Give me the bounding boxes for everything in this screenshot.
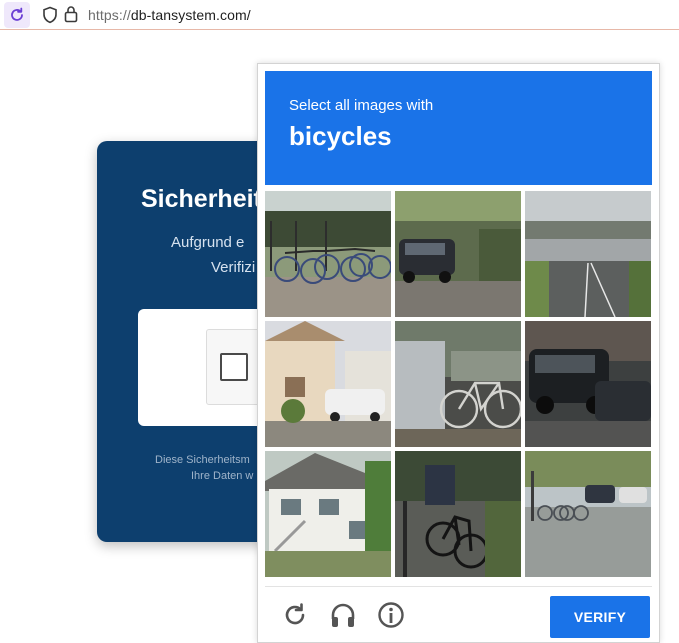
captcha-tile-8[interactable] (395, 451, 521, 577)
url-field[interactable]: https://db-tansystem.com/ (88, 7, 251, 23)
card-text-line-2: Verifizi (211, 259, 256, 276)
captcha-prompt: Select all images with (289, 97, 434, 114)
card-title: Sicherheit (141, 185, 262, 213)
captcha-checkbox[interactable] (220, 353, 248, 381)
refresh-icon[interactable] (281, 601, 309, 629)
captcha-tile-2[interactable] (395, 191, 521, 317)
captcha-tile-4[interactable] (265, 321, 391, 447)
url-host: db-tansystem.com/ (130, 7, 251, 23)
captcha-target-word: bicycles (289, 121, 392, 151)
captcha-tile-5[interactable] (395, 321, 521, 447)
captcha-tile-6[interactable] (525, 321, 651, 447)
info-icon[interactable] (377, 601, 405, 629)
captcha-header: Select all images with bicycles (265, 71, 652, 185)
lock-icon[interactable] (64, 5, 78, 28)
captcha-tile-3[interactable] (525, 191, 651, 317)
captcha-tile-7[interactable] (265, 451, 391, 577)
captcha-footer: VERIFY (265, 586, 652, 642)
card-text-line-1: Aufgrund e (171, 234, 245, 251)
reload-icon[interactable] (4, 2, 30, 28)
captcha-tile-1[interactable] (265, 191, 391, 317)
card-footer-line-1: Diese Sicherheitsm (155, 454, 250, 466)
verify-button[interactable]: VERIFY (550, 596, 650, 638)
captcha-tile-9[interactable] (525, 451, 651, 577)
captcha-challenge: Select all images with bicycles VERIFY (257, 63, 660, 643)
card-footer-line-2: Ihre Daten w (191, 470, 254, 482)
captcha-image-grid (265, 191, 652, 578)
shield-icon[interactable] (42, 6, 58, 29)
url-protocol: https:// (88, 7, 131, 23)
headphones-icon[interactable] (329, 601, 357, 629)
browser-address-bar: https://db-tansystem.com/ (0, 0, 679, 30)
